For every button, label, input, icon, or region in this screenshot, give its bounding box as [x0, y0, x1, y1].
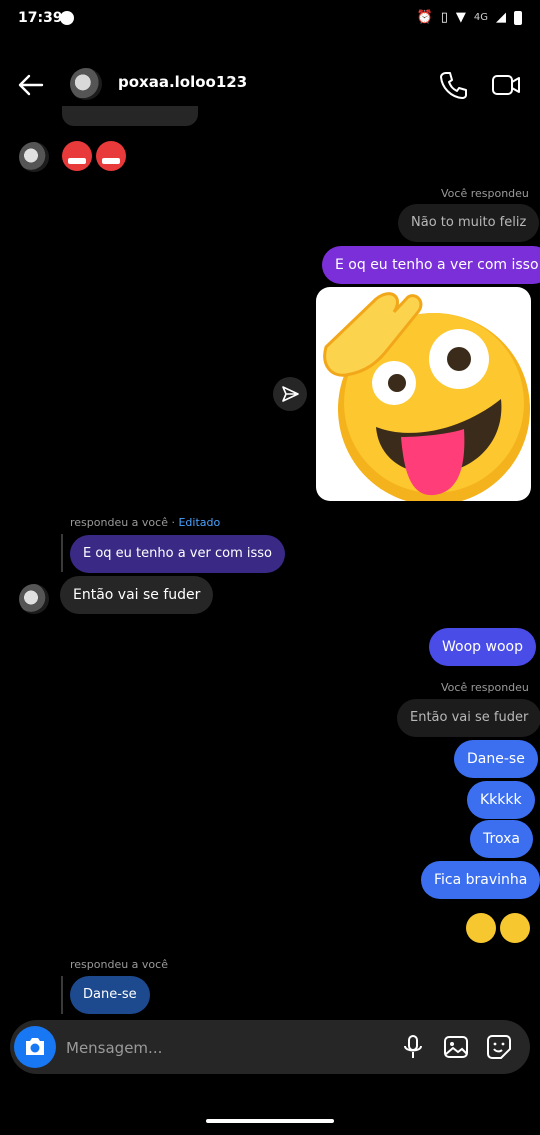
zany-face-emoji-icon — [500, 913, 530, 943]
wifi-icon: ▼ — [455, 10, 466, 25]
quoted-message[interactable]: E oq eu tenho a ver com isso — [70, 535, 285, 573]
zany-face-sticker-icon — [323, 292, 530, 501]
home-indicator[interactable] — [206, 1119, 334, 1123]
angry-face-emoji-icon — [62, 141, 92, 171]
sender-avatar[interactable] — [19, 584, 49, 614]
angry-face-emoji-icon — [96, 141, 126, 171]
sent-message[interactable]: Kkkkk — [467, 781, 535, 819]
sticker-image[interactable] — [316, 287, 531, 501]
status-time: 17:39 — [18, 10, 63, 26]
phone-icon[interactable] — [438, 70, 468, 100]
contact-username[interactable]: poxaa.loloo123 — [118, 73, 247, 91]
camera-icon — [26, 1038, 44, 1055]
reply-label: Você respondeu — [441, 681, 529, 694]
quote-line — [61, 976, 63, 1014]
sent-message[interactable]: Dane-se — [454, 740, 538, 778]
quoted-message[interactable]: Então vai se fuder — [397, 699, 540, 737]
signal-icon: ◢ — [496, 10, 506, 25]
send-icon — [282, 386, 299, 402]
quoted-message[interactable]: Dane-se — [70, 976, 150, 1014]
quoted-message[interactable]: Não to muito feliz — [398, 204, 540, 242]
battery-icon — [514, 10, 522, 25]
vibrate-icon: ▯ — [440, 10, 448, 25]
message-composer — [10, 1020, 530, 1074]
chevron-right-icon[interactable]: › — [229, 72, 235, 88]
sender-avatar[interactable] — [19, 142, 49, 172]
alarm-icon: ⏰ — [416, 10, 433, 25]
quote-line — [61, 534, 63, 572]
spotify-icon — [60, 11, 74, 25]
previous-message-edge — [62, 106, 198, 126]
video-camera-icon[interactable] — [490, 70, 522, 100]
chat-header: poxaa.loloo123 › — [0, 56, 540, 112]
woozy-face-emoji-icon — [466, 913, 496, 943]
sticker-icon[interactable] — [486, 1034, 512, 1060]
sent-message[interactable]: Fica bravinha — [421, 861, 540, 899]
back-arrow-icon[interactable] — [16, 70, 46, 100]
received-message[interactable]: Então vai se fuder — [60, 576, 214, 614]
camera-button[interactable] — [14, 1026, 56, 1068]
gallery-icon[interactable] — [443, 1034, 469, 1060]
sent-message[interactable]: Troxa — [470, 820, 533, 858]
contact-avatar[interactable] — [70, 68, 102, 100]
share-button[interactable] — [273, 377, 307, 411]
microphone-icon[interactable] — [400, 1034, 426, 1060]
reply-context-label: respondeu a você · Editado — [70, 516, 221, 529]
edited-label: Editado — [178, 516, 221, 529]
sent-message[interactable]: Woop woop — [429, 628, 536, 666]
sent-message[interactable]: E oq eu tenho a ver com isso — [322, 246, 540, 284]
reply-label: Você respondeu — [441, 187, 529, 200]
message-input[interactable] — [64, 1030, 388, 1066]
network-label: 4G — [473, 12, 488, 23]
status-bar: 17:39 ⏰ ▯ ▼ 4G ◢ — [0, 0, 540, 38]
status-icons: ⏰ ▯ ▼ 4G ◢ — [417, 10, 522, 25]
reply-context-label: respondeu a você — [70, 958, 168, 971]
